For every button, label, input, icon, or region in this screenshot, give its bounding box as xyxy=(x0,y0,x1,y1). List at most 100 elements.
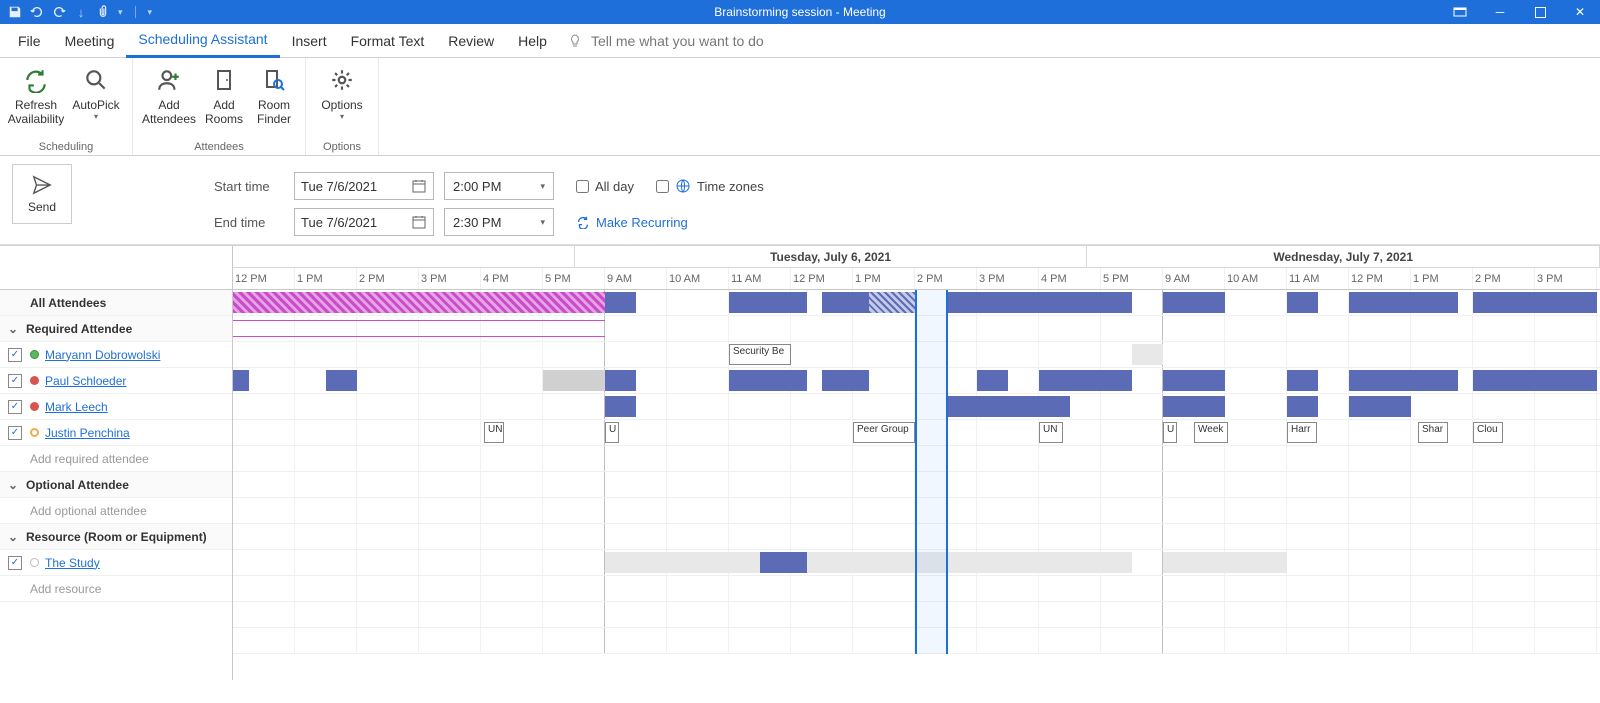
redo-icon[interactable] xyxy=(52,5,66,19)
event-box[interactable]: Week xyxy=(1194,422,1228,443)
time-header: 12 PM1 PM2 PM3 PM4 PM5 PM9 AM10 AM11 AM1… xyxy=(233,268,1600,290)
start-date-input[interactable]: Tue 7/6/2021 xyxy=(294,172,434,200)
make-recurring-button[interactable]: Make Recurring xyxy=(576,215,688,230)
attendee-checkbox[interactable]: ✓ xyxy=(8,426,22,440)
group-label-options: Options xyxy=(323,141,361,155)
event-box[interactable]: Peer Group xyxy=(853,422,915,443)
time-slot-label: 1 PM xyxy=(295,268,357,289)
menu-tabs: File Meeting Scheduling Assistant Insert… xyxy=(0,24,1600,58)
time-slot-label: 12 PM xyxy=(791,268,853,289)
resource-name[interactable]: The Study xyxy=(45,556,100,570)
autopick-button[interactable]: AutoPick ▾ xyxy=(66,62,126,125)
maximize-icon[interactable] xyxy=(1520,0,1560,24)
chevron-down-icon: ▾ xyxy=(540,217,545,228)
tab-insert[interactable]: Insert xyxy=(280,24,339,58)
send-button[interactable]: Send xyxy=(12,164,72,224)
availability-row-all xyxy=(233,290,1600,316)
end-time-select[interactable]: 2:30 PM ▾ xyxy=(444,208,554,236)
event-box[interactable]: UN xyxy=(1039,422,1063,443)
grid-placeholder-row xyxy=(233,576,1600,602)
qat-custom-icon[interactable]: ▾ xyxy=(148,7,153,18)
refresh-availability-button[interactable]: Refresh Availability xyxy=(6,62,66,130)
time-slot-label: 3 PM xyxy=(1535,268,1597,289)
undo-icon[interactable] xyxy=(30,5,44,19)
attendee-name[interactable]: Maryann Dobrowolski xyxy=(45,348,160,362)
chevron-down-icon: ⌄ xyxy=(8,478,22,492)
event-box[interactable]: Security Be xyxy=(729,344,791,365)
group-label-scheduling: Scheduling xyxy=(39,141,93,155)
time-slot-label: 11 AM xyxy=(1287,268,1349,289)
room-finder-button[interactable]: Room Finder xyxy=(249,62,299,130)
tab-scheduling-assistant[interactable]: Scheduling Assistant xyxy=(126,24,279,58)
required-attendee-header[interactable]: ⌄Required Attendee xyxy=(0,316,232,342)
tab-format-text[interactable]: Format Text xyxy=(339,24,437,58)
time-slot-label: 9 AM xyxy=(1163,268,1225,289)
calendar-icon xyxy=(411,178,427,194)
close-icon[interactable]: ✕ xyxy=(1560,0,1600,24)
event-box[interactable]: Clou xyxy=(1473,422,1503,443)
event-box[interactable]: U xyxy=(1163,422,1177,443)
time-slot-label: 9 AM xyxy=(605,268,667,289)
ribbon-options-icon[interactable] xyxy=(1440,0,1480,24)
attendee-name[interactable]: Justin Penchina xyxy=(45,426,130,440)
start-time-select[interactable]: 2:00 PM ▾ xyxy=(444,172,554,200)
status-dot xyxy=(30,376,39,385)
time-slot-label: 10 AM xyxy=(667,268,729,289)
add-attendees-button[interactable]: Add Attendees xyxy=(139,62,199,130)
qat-dropdown-icon[interactable]: ▾ xyxy=(118,7,123,18)
time-slot-label: 5 PM xyxy=(543,268,605,289)
availability-row xyxy=(233,368,1600,394)
separator-row xyxy=(233,316,1600,342)
add-optional-input[interactable]: Add optional attendee xyxy=(0,498,232,524)
time-slot-label: 2 PM xyxy=(357,268,419,289)
attendee-checkbox[interactable]: ✓ xyxy=(8,348,22,362)
attendee-row: ✓ Justin Penchina xyxy=(0,420,232,446)
status-dot xyxy=(30,428,39,437)
attendee-checkbox[interactable]: ✓ xyxy=(8,374,22,388)
add-resource-input[interactable]: Add resource xyxy=(0,576,232,602)
attendee-checkbox[interactable]: ✓ xyxy=(8,556,22,570)
event-box[interactable]: Shar xyxy=(1418,422,1448,443)
tab-help[interactable]: Help xyxy=(506,24,559,58)
attendee-column: All Attendees ⌄Required Attendee ✓ Marya… xyxy=(0,246,233,680)
tab-meeting[interactable]: Meeting xyxy=(53,24,127,58)
grid-placeholder-row xyxy=(233,524,1600,550)
optional-attendee-header[interactable]: ⌄Optional Attendee xyxy=(0,472,232,498)
time-zones-checkbox[interactable]: Time zones xyxy=(656,178,764,194)
arrow-icon[interactable]: ↓ xyxy=(74,5,88,19)
attendee-name[interactable]: Mark Leech xyxy=(45,400,108,414)
save-icon[interactable] xyxy=(8,5,22,19)
options-button[interactable]: Options ▾ xyxy=(312,62,372,125)
time-slot-label: 12 PM xyxy=(233,268,295,289)
group-label-attendees: Attendees xyxy=(194,141,244,155)
tab-review[interactable]: Review xyxy=(436,24,506,58)
add-rooms-button[interactable]: Add Rooms xyxy=(199,62,249,130)
attendee-checkbox[interactable]: ✓ xyxy=(8,400,22,414)
globe-icon xyxy=(675,178,691,194)
window-title: Brainstorming session - Meeting xyxy=(714,5,885,19)
event-box[interactable]: UN xyxy=(484,422,504,443)
timeline-grid[interactable]: Tuesday, July 6, 2021 Wednesday, July 7,… xyxy=(233,246,1600,680)
time-slot-label: 4 PM xyxy=(481,268,543,289)
attendee-name[interactable]: Paul Schloeder xyxy=(45,374,126,388)
resource-row: ✓ The Study xyxy=(0,550,232,576)
day-header-wednesday: Wednesday, July 7, 2021 xyxy=(1087,246,1600,267)
end-date-input[interactable]: Tue 7/6/2021 xyxy=(294,208,434,236)
tab-file[interactable]: File xyxy=(6,24,53,58)
event-box[interactable]: U xyxy=(605,422,619,443)
event-box[interactable]: Harr xyxy=(1287,422,1317,443)
all-day-checkbox[interactable]: All day xyxy=(576,179,634,194)
grid-body[interactable]: Security Be xyxy=(233,290,1600,654)
chevron-down-icon: ⌄ xyxy=(8,530,22,544)
time-form: Send Start time Tue 7/6/2021 2:00 PM ▾ A… xyxy=(0,156,1600,245)
tell-me-input[interactable]: Tell me what you want to do xyxy=(591,33,764,49)
minimize-icon[interactable]: ─ xyxy=(1480,0,1520,24)
clip-icon[interactable] xyxy=(96,5,110,19)
add-required-input[interactable]: Add required attendee xyxy=(0,446,232,472)
availability-row xyxy=(233,394,1600,420)
day-header-tuesday: Tuesday, July 6, 2021 xyxy=(575,246,1088,267)
availability-row xyxy=(233,550,1600,576)
time-slot-label: 3 PM xyxy=(419,268,481,289)
resource-header[interactable]: ⌄Resource (Room or Equipment) xyxy=(0,524,232,550)
end-time-label: End time xyxy=(214,215,284,230)
